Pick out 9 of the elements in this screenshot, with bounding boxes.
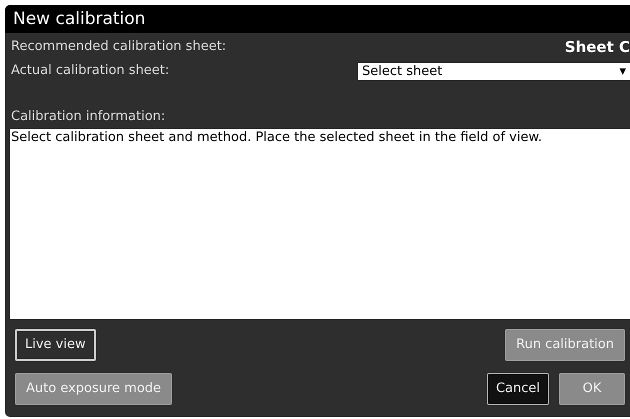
window-title: New calibration [5, 5, 630, 33]
recommended-sheet-value: Sheet C [564, 36, 630, 58]
field-label: Recommended calibration sheet: [11, 38, 226, 56]
field-label: Actual calibration sheet: [11, 62, 170, 80]
button[interactable]: Live view [15, 328, 96, 360]
info-text: Select calibration sheet and method. Place the selected sheet in the field of view. [11, 130, 542, 144]
button[interactable]: Cancel [486, 372, 549, 404]
field-label: Calibration information: [10, 108, 166, 126]
sheet-dropdown[interactable]: Select sheet ▾ [358, 62, 630, 80]
